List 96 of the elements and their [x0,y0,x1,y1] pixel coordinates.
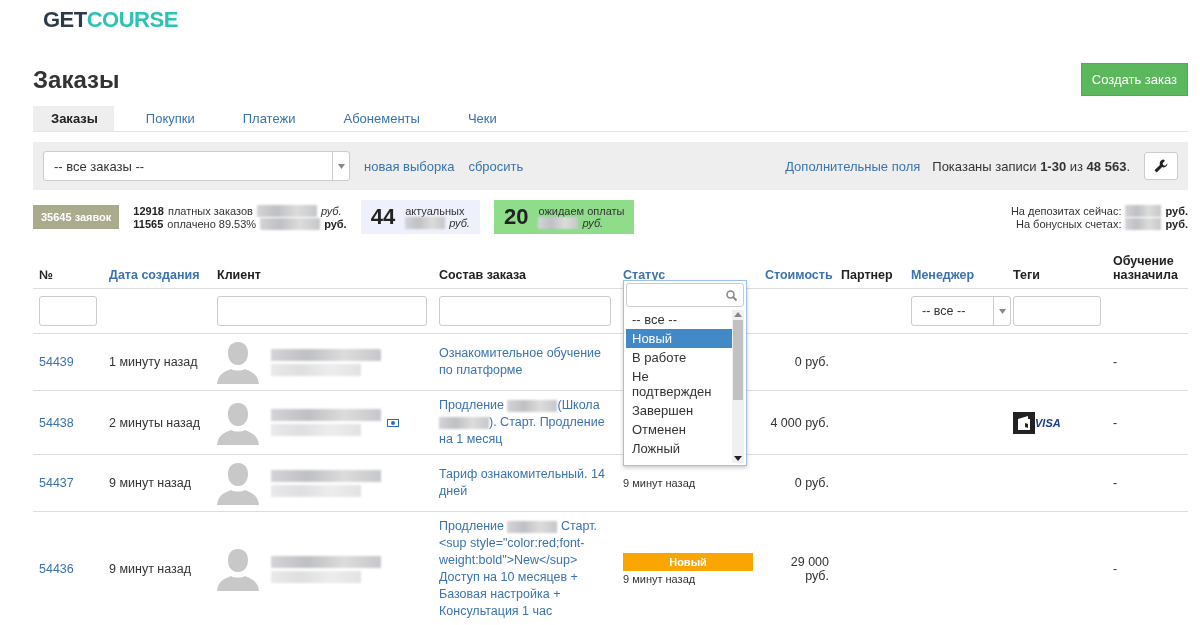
created-time: 1 минуту назад [109,355,198,369]
orders-select[interactable]: -- все заказы -- [43,151,350,181]
status-option[interactable]: Новый [626,329,732,348]
settings-button[interactable] [1144,152,1178,180]
balance-label: На бонусных счетах: [1015,217,1122,230]
caret-icon [998,308,1006,314]
filter-input[interactable] [217,296,427,326]
training-value: - [1113,355,1118,369]
avatar-icon [217,461,259,505]
redacted-amount [256,204,317,217]
filter-input[interactable] [39,296,97,326]
records-count: Показаны записи 1-30 из 48 563. [932,158,1130,174]
tab[interactable]: Чеки [449,106,513,131]
currency-label: руб. [320,204,342,217]
stat-label: платных заказов [167,204,253,217]
status-time: 9 минут назад [623,573,697,585]
balance-label: На депозитах сейчас: [1010,204,1122,217]
order-items-link[interactable]: Продление Старт. <sup style="color:red;font-weight:bold">New</sup> Доступ на 10 месяцев + Базовая настройка + Консультация 1 час [439,518,611,620]
tab[interactable]: Заказы [33,106,114,131]
status-option[interactable]: Ложный [626,439,732,458]
status-time: 9 минут назад [623,477,697,489]
stat-count: 44 [370,204,396,230]
currency-label: руб. [449,217,470,229]
scroll-up-icon[interactable] [734,312,742,317]
column-header: Состав заказа [439,268,527,282]
order-cost: 4 000 руб. [770,415,829,430]
stat-count: 20 [503,204,529,230]
page-title: Заказы [33,65,120,94]
redacted-amount [1125,204,1162,217]
tab[interactable]: Покупки [127,106,211,131]
avatar-icon [217,547,259,591]
search-field[interactable] [626,283,744,307]
search-icon [726,289,737,301]
status-option[interactable]: Отменен [626,420,732,439]
stat-label: оплачено 89.53% [167,217,257,230]
column-header: Партнер [841,268,893,282]
scroll-down-icon[interactable] [734,456,742,461]
currency-label: руб. [324,217,347,230]
sort-link[interactable]: Менеджер [911,268,975,282]
currency-label: руб. [1165,217,1188,230]
sort-link[interactable]: Дата создания [109,268,200,282]
filter-input[interactable] [439,296,611,326]
redacted-amount [538,217,579,229]
created-time: 9 минут назад [109,562,192,576]
order-number-link[interactable]: 54436 [39,562,74,576]
created-time: 2 минуты назад [109,415,201,430]
manager-select[interactable]: -- все -- [911,296,1011,326]
caret-icon [337,163,345,169]
column-header: № [39,268,53,282]
wallet-icon [1013,411,1035,434]
logo[interactable]: GETCOURSE [43,7,178,33]
redacted-amount [405,217,446,229]
status-option[interactable]: Завершен [626,401,732,420]
scrollbar[interactable] [732,310,744,463]
order-number-link[interactable]: 54437 [39,476,74,490]
avatar-icon [217,340,259,384]
status-option[interactable]: -- все -- [626,310,732,329]
training-value: - [1113,476,1118,490]
stat-label: ожидаем оплаты [538,205,625,217]
stat-count: 11565 [133,217,164,230]
column-header: Теги [1013,268,1040,282]
payment-tag: VISA [1013,411,1101,434]
requests-badge: 35645 заявок [33,205,120,229]
sort-link[interactable]: Стоимость [765,268,833,282]
redacted-amount [260,217,321,230]
order-cost: 0 руб. [794,476,829,490]
currency-label: руб. [582,217,604,229]
filter-link[interactable]: новая выборка [364,158,455,174]
column-header: Обучение назначила [1113,254,1178,282]
order-items-link[interactable]: Продление (Школа ). Старт. Продление на 1 месяц [439,397,611,448]
order-cost: 0 руб. [794,355,829,369]
order-cost: 29 000 руб. [790,555,829,583]
order-items-link[interactable]: Ознакомительное обучение по платформе [439,345,611,379]
tab[interactable]: Платежи [224,106,312,131]
stat-count: 12918 [133,204,164,217]
banknote-icon [387,418,399,427]
status-option[interactable]: Не подтвержден [626,367,732,401]
stat-label: актуальных [405,205,466,217]
created-time: 9 минут назад [109,476,192,490]
status-option[interactable]: В работе [626,348,732,367]
tab[interactable]: Абонементы [325,106,436,131]
training-value: - [1113,415,1118,430]
order-number-link[interactable]: 54439 [39,355,74,369]
order-items-link[interactable]: Тариф ознакомительный. 14 дней [439,466,611,500]
avatar-icon [217,400,259,445]
currency-label: руб. [1165,204,1188,217]
status-badge: Новый [623,553,753,571]
sort-link[interactable]: Статус [623,268,666,282]
training-value: - [1113,562,1118,576]
order-number-link[interactable]: 54438 [39,415,74,430]
wrench-icon [1154,159,1168,173]
redacted-amount [1125,217,1162,230]
filter-input[interactable] [1013,296,1101,326]
extra-fields-link[interactable]: Дополнительные поля [785,158,921,174]
column-header: Клиент [217,268,261,282]
filter-link[interactable]: сбросить [468,158,524,174]
